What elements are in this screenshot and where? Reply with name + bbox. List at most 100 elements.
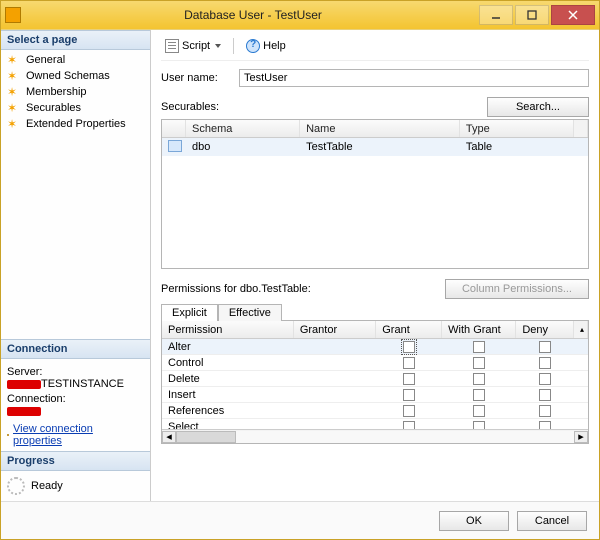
cell-name: TestTable <box>300 141 460 153</box>
scroll-right-icon[interactable]: ▸ <box>574 431 588 443</box>
nav-securables[interactable]: ✶Securables <box>1 100 150 116</box>
tab-explicit[interactable]: Explicit <box>161 304 218 321</box>
cell-schema: dbo <box>186 141 300 153</box>
script-icon <box>165 39 179 53</box>
permission-row[interactable]: References <box>162 403 588 419</box>
col-grantor[interactable]: Grantor <box>294 321 376 338</box>
script-label: Script <box>182 40 210 52</box>
cancel-button[interactable]: Cancel <box>517 511 587 531</box>
permission-row[interactable]: Insert <box>162 387 588 403</box>
with-grant-checkbox[interactable] <box>473 357 485 369</box>
scroll-up-icon[interactable]: ▴ <box>574 321 588 338</box>
progress-state: Ready <box>31 480 63 492</box>
deny-checkbox[interactable] <box>539 357 551 369</box>
script-button[interactable]: Script <box>161 38 225 54</box>
col-schema[interactable]: Schema <box>186 120 300 137</box>
server-value: TESTINSTANCE <box>7 378 144 390</box>
grant-checkbox[interactable] <box>403 405 415 417</box>
col-type[interactable]: Type <box>460 120 574 137</box>
help-label: Help <box>263 40 286 52</box>
nav-membership[interactable]: ✶ Membership <box>1 84 150 100</box>
user-name-label: User name: <box>161 72 233 84</box>
permission-row[interactable]: Alter <box>162 339 588 355</box>
scrollbar-thumb[interactable] <box>176 431 236 443</box>
permissions-for-label: Permissions for dbo.TestTable: <box>161 283 445 295</box>
deny-checkbox[interactable] <box>539 373 551 385</box>
maximize-button[interactable] <box>515 5 549 25</box>
progress-spinner-icon <box>7 477 25 495</box>
scroll-left-icon[interactable]: ◂ <box>162 431 176 443</box>
progress-header: Progress <box>1 451 150 471</box>
col-with-grant[interactable]: With Grant <box>442 321 516 338</box>
col-deny[interactable]: Deny <box>516 321 574 338</box>
chevron-down-icon <box>215 44 221 48</box>
tab-effective[interactable]: Effective <box>218 304 282 321</box>
redacted-text <box>7 407 41 416</box>
app-icon <box>5 7 21 23</box>
search-button[interactable]: Search... <box>487 97 589 117</box>
toolbar: Script Help <box>161 36 589 61</box>
permission-row[interactable]: Control <box>162 355 588 371</box>
dialog-footer: OK Cancel <box>1 501 599 539</box>
with-grant-checkbox[interactable] <box>473 421 485 430</box>
perm-name: Select <box>162 421 294 430</box>
deny-checkbox[interactable] <box>539 341 551 353</box>
grant-checkbox[interactable] <box>403 421 415 430</box>
nav-general[interactable]: ✶ General <box>1 52 150 68</box>
horizontal-scrollbar[interactable]: ◂ ▸ <box>162 429 588 443</box>
user-name-field[interactable] <box>239 69 589 87</box>
connection-icon <box>7 434 9 436</box>
grant-checkbox[interactable] <box>403 373 415 385</box>
select-page-header: Select a page <box>1 30 150 50</box>
connection-value <box>7 405 144 417</box>
grant-checkbox[interactable] <box>403 357 415 369</box>
col-grant[interactable]: Grant <box>376 321 442 338</box>
minimize-button[interactable] <box>479 5 513 25</box>
col-name[interactable]: Name <box>300 120 460 137</box>
securables-grid[interactable]: Schema Name Type dbo TestTable Table <box>161 119 589 269</box>
close-button[interactable] <box>551 5 595 25</box>
page-icon: ✶ <box>7 118 21 130</box>
nav-label: Securables <box>26 102 81 114</box>
titlebar[interactable]: Database User - TestUser <box>1 1 599 29</box>
ok-button[interactable]: OK <box>439 511 509 531</box>
perm-name: References <box>162 405 294 417</box>
nav-label: Owned Schemas <box>26 70 110 82</box>
deny-checkbox[interactable] <box>539 389 551 401</box>
perm-name: Control <box>162 357 294 369</box>
with-grant-checkbox[interactable] <box>473 405 485 417</box>
nav-label: Extended Properties <box>26 118 126 130</box>
col-permission[interactable]: Permission <box>162 321 294 338</box>
deny-checkbox[interactable] <box>539 421 551 430</box>
grant-checkbox[interactable] <box>403 389 415 401</box>
permission-row[interactable]: Select <box>162 419 588 429</box>
nav-extended-properties[interactable]: ✶ Extended Properties <box>1 116 150 132</box>
link-label: View connection properties <box>13 423 144 447</box>
permissions-grid[interactable]: Permission Grantor Grant With Grant Deny… <box>161 320 589 444</box>
perm-name: Delete <box>162 373 294 385</box>
dialog-window: Database User - TestUser Select a page ✶… <box>0 0 600 540</box>
column-permissions-button[interactable]: Column Permissions... <box>445 279 589 299</box>
securables-label: Securables: <box>161 101 487 113</box>
with-grant-checkbox[interactable] <box>473 341 485 353</box>
cell-type: Table <box>460 141 574 153</box>
with-grant-checkbox[interactable] <box>473 389 485 401</box>
deny-checkbox[interactable] <box>539 405 551 417</box>
help-button[interactable]: Help <box>242 38 290 54</box>
server-label: Server: <box>7 366 144 378</box>
permission-row[interactable]: Delete <box>162 371 588 387</box>
page-icon: ✶ <box>7 86 21 98</box>
securables-row[interactable]: dbo TestTable Table <box>162 138 588 156</box>
grant-checkbox[interactable] <box>403 341 415 353</box>
toolbar-divider <box>233 38 234 54</box>
nav-owned-schemas[interactable]: ✶Owned Schemas <box>1 68 150 84</box>
main-panel: Script Help User name: Securables: Searc… <box>151 30 599 501</box>
nav-label: General <box>26 54 65 66</box>
with-grant-checkbox[interactable] <box>473 373 485 385</box>
help-icon <box>246 39 260 53</box>
sidebar: Select a page ✶General ✶Owned Schemas ✶M… <box>1 30 151 501</box>
view-connection-properties-link[interactable]: View connection properties <box>7 423 144 447</box>
page-icon: ✶ <box>7 54 21 66</box>
connection-label: Connection: <box>7 393 144 405</box>
nav-label: Membership <box>26 86 87 98</box>
